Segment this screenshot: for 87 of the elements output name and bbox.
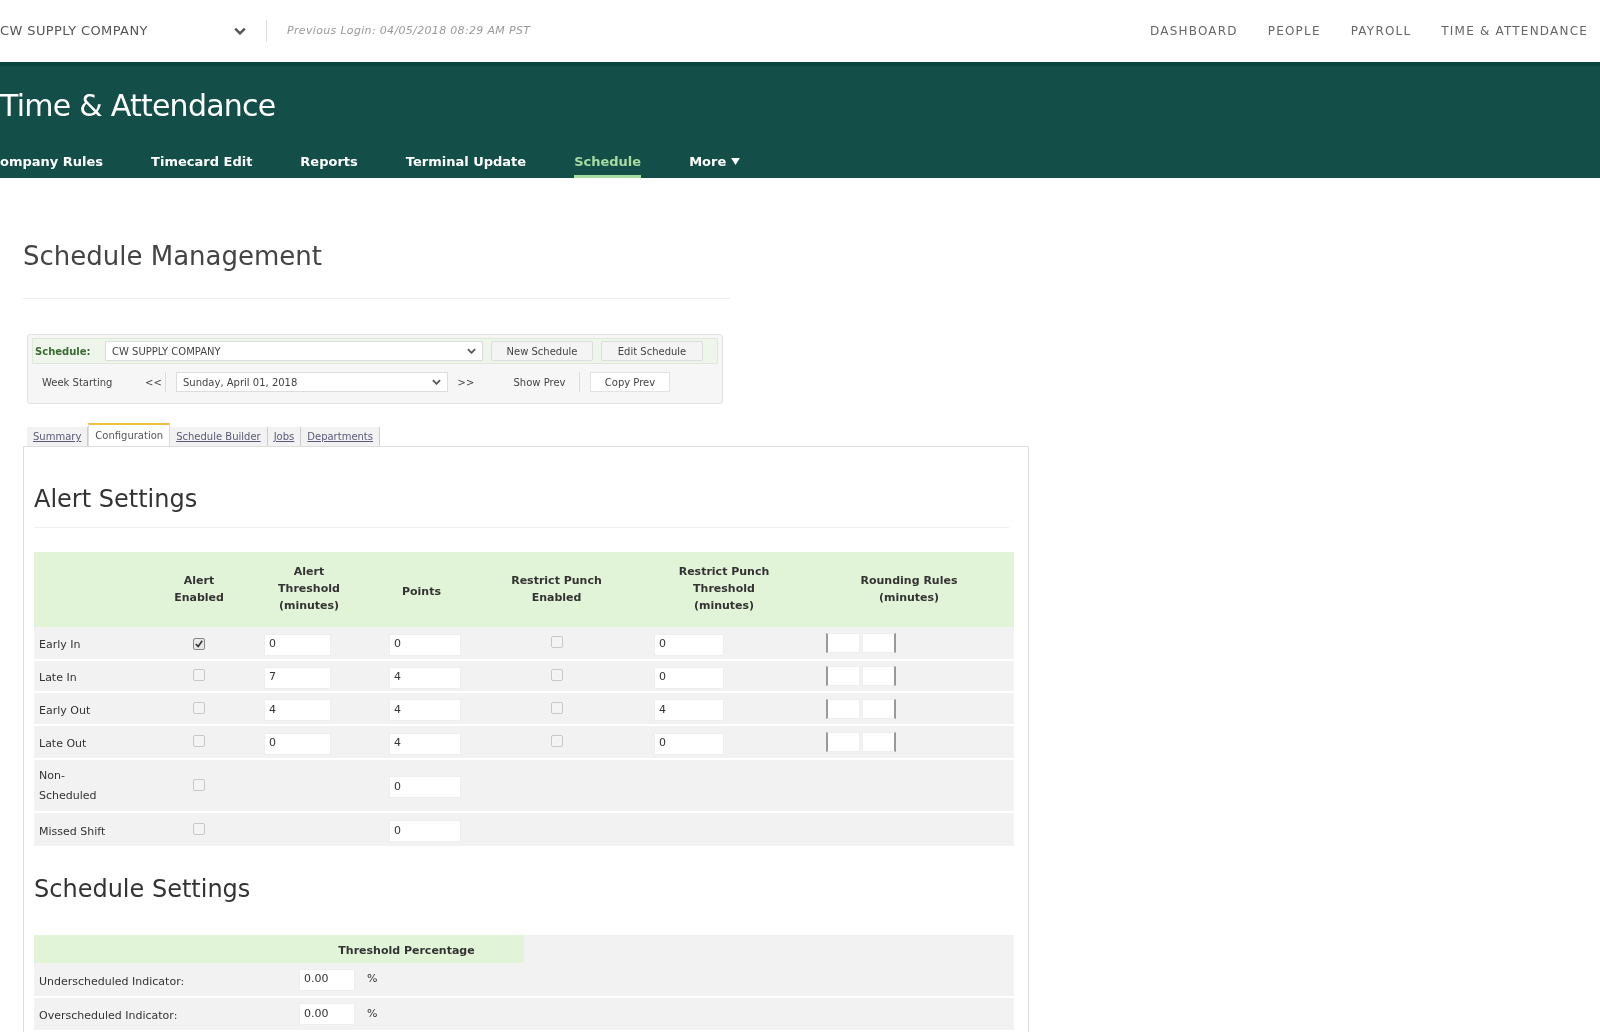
toolbar-button[interactable]: Copy Prev — [590, 372, 670, 392]
checkbox[interactable] — [193, 701, 205, 714]
schedule-label: Schedule: — [35, 344, 92, 359]
top-nav-link[interactable]: PEOPLE — [1267, 22, 1321, 40]
input-field[interactable]: 0 — [654, 732, 724, 755]
sub-tab[interactable]: Jobs — [267, 427, 302, 446]
chevron-down-icon — [234, 27, 246, 35]
row-label: Late Out — [39, 736, 87, 752]
sub-tab[interactable]: Schedule Builder — [170, 427, 268, 446]
page-title: Schedule Management — [23, 240, 322, 272]
rounding-field[interactable] — [862, 732, 896, 752]
column-header: Restrict Punch Enabled — [510, 572, 603, 606]
rounding-field[interactable] — [826, 633, 860, 653]
column-header: Alert Threshold (minutes) — [277, 564, 341, 614]
rounding-field[interactable] — [862, 698, 896, 719]
nav-tab[interactable]: ompany Rules — [0, 148, 104, 178]
input-field[interactable]: 4 — [264, 699, 331, 722]
row-label: Underscheduled Indicator: — [39, 974, 185, 988]
checkbox[interactable] — [193, 822, 205, 835]
input-field[interactable]: 0.00 — [299, 1003, 355, 1025]
input-field[interactable]: 0 — [654, 633, 724, 656]
input-field[interactable]: 0 — [389, 776, 461, 799]
week-starting-label: Week Starting — [42, 375, 114, 390]
checkbox[interactable] — [193, 778, 205, 791]
top-nav-link[interactable]: TIME & ATTENDANCE — [1441, 22, 1588, 40]
input-field[interactable]: 7 — [264, 666, 331, 689]
input-field[interactable]: 4 — [389, 699, 461, 722]
next-week-button[interactable]: >> — [454, 372, 478, 392]
input-field[interactable]: 0 — [389, 820, 461, 843]
nav-tab[interactable]: More — [689, 148, 741, 178]
sub-tab[interactable]: Departments — [301, 427, 380, 446]
unit-label: % — [367, 1005, 378, 1022]
sub-tab[interactable]: Configuration — [88, 423, 171, 446]
column-header: Rounding Rules (minutes) — [859, 572, 959, 606]
row-label: Non-Scheduled — [39, 767, 98, 804]
row-label: Early In — [39, 637, 81, 653]
nav-tab[interactable]: Terminal Update — [405, 148, 527, 178]
checkbox[interactable] — [550, 701, 563, 714]
app-title: Time & Attendance — [0, 88, 276, 124]
rounding-field[interactable] — [826, 698, 860, 719]
checkbox[interactable] — [550, 669, 563, 681]
rounding-field[interactable] — [826, 666, 860, 686]
column-header: Points — [402, 583, 441, 600]
checkbox[interactable] — [193, 669, 205, 681]
checkbox[interactable] — [550, 636, 563, 648]
check-icon — [195, 640, 203, 648]
input-field[interactable]: 4 — [654, 699, 724, 722]
section-heading: Schedule Settings — [34, 874, 251, 905]
company-selector[interactable]: CW SUPPLY COMPANY — [0, 17, 252, 45]
previous-login-text: Previous Login: 04/05/2018 08:29 AM PST — [287, 22, 531, 39]
column-header: Alert Enabled — [173, 572, 225, 606]
top-nav-link[interactable]: DASHBOARD — [1150, 22, 1238, 40]
input-field[interactable]: 0 — [389, 633, 461, 656]
column-header: Restrict Punch Threshold (minutes) — [677, 564, 771, 614]
sub-tab[interactable]: Summary — [27, 427, 89, 446]
input-field[interactable]: 0 — [264, 732, 331, 755]
toolbar-button[interactable]: New Schedule — [491, 341, 593, 361]
nav-tab[interactable]: Reports — [300, 148, 358, 178]
row-label: Missed Shift — [39, 823, 106, 840]
week-select[interactable]: Sunday, April 01, 2018 — [176, 372, 448, 392]
rounding-field[interactable] — [862, 633, 896, 653]
chevron-down-icon — [432, 379, 441, 385]
row-label: Overscheduled Indicator: — [39, 1009, 178, 1022]
input-field[interactable]: 4 — [389, 666, 461, 689]
section-heading: Alert Settings — [34, 484, 198, 515]
top-nav-link[interactable]: PAYROLL — [1350, 22, 1412, 40]
previous-week-button[interactable]: << — [142, 372, 166, 392]
row-label: Late In — [39, 670, 77, 686]
input-field[interactable]: 4 — [389, 732, 461, 755]
unit-label: % — [367, 971, 378, 988]
checkbox[interactable] — [193, 735, 205, 747]
caret-down-icon — [731, 158, 741, 165]
rounding-field[interactable] — [862, 666, 896, 686]
nav-tab[interactable]: Schedule — [574, 148, 642, 178]
toolbar-button[interactable]: Show Prev — [500, 372, 580, 392]
row-label: Early Out — [39, 702, 91, 719]
input-field[interactable]: 0 — [654, 666, 724, 689]
chevron-down-icon — [467, 348, 476, 354]
schedule-select[interactable]: CW SUPPLY COMPANY — [105, 341, 483, 361]
column-header: Threshold Percentage — [338, 944, 475, 957]
checkbox[interactable] — [193, 638, 205, 650]
rounding-field[interactable] — [826, 732, 860, 752]
nav-tab[interactable]: Timecard Edit — [151, 148, 253, 178]
input-field[interactable]: 0.00 — [299, 968, 355, 991]
toolbar-button[interactable]: Edit Schedule — [601, 341, 703, 361]
input-field[interactable]: 0 — [264, 633, 331, 656]
checkbox[interactable] — [550, 735, 563, 747]
